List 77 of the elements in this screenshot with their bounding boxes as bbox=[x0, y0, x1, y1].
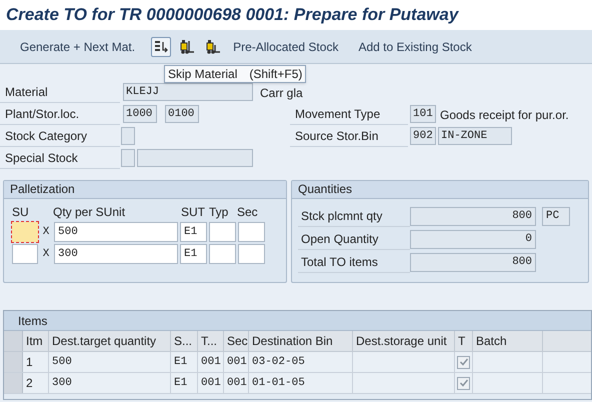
toolbar-button[interactable]: Pre-Allocated Stock bbox=[229, 38, 342, 56]
field-label: Plant/Stor.loc. bbox=[0, 105, 120, 125]
toolbar-button[interactable]: Add to Existing Stock bbox=[354, 38, 476, 56]
table-cell: E1 bbox=[171, 373, 198, 393]
row-selector[interactable] bbox=[4, 331, 23, 351]
window-title: Create TO for TR 0000000698 0001: Prepare for Putaway bbox=[6, 4, 458, 26]
column-header[interactable]: Dest.storage unit bbox=[353, 331, 455, 351]
checkbox[interactable] bbox=[457, 376, 470, 390]
input-field[interactable] bbox=[12, 222, 38, 242]
column-header: Typ bbox=[209, 204, 228, 221]
row-selector[interactable] bbox=[4, 373, 23, 393]
input-field[interactable]: E1 bbox=[180, 222, 207, 242]
table-cell: 2 bbox=[23, 373, 49, 393]
input-field[interactable]: 0100 bbox=[165, 105, 199, 123]
input-field[interactable] bbox=[12, 244, 38, 264]
column-header[interactable]: Destination Bin bbox=[249, 331, 353, 351]
column-header: SUT bbox=[181, 204, 205, 221]
input-field[interactable] bbox=[209, 244, 236, 264]
input-field[interactable] bbox=[137, 149, 253, 167]
checkbox[interactable] bbox=[457, 356, 470, 368]
table-cell: 001 bbox=[224, 352, 249, 372]
table-cell: 001 bbox=[198, 352, 224, 372]
description-text: Carr gla bbox=[260, 85, 303, 102]
input-field[interactable]: IN-ZONE bbox=[438, 127, 512, 145]
input-field[interactable] bbox=[209, 222, 236, 242]
column-header: Sec bbox=[237, 204, 258, 221]
table-cell: 03-02-05 bbox=[249, 352, 353, 372]
table-cell: 01-01-05 bbox=[249, 373, 353, 393]
group-title: Quantities bbox=[292, 181, 588, 199]
input-field[interactable]: E1 bbox=[180, 244, 207, 264]
table-cell: 1 bbox=[23, 352, 49, 372]
input-field[interactable] bbox=[238, 244, 265, 264]
field-label: Stock Category bbox=[0, 127, 120, 147]
field-label: Special Stock bbox=[0, 149, 120, 169]
column-header[interactable]: Dest.target quantity bbox=[49, 331, 171, 351]
column-header[interactable]: S... bbox=[171, 331, 198, 351]
input-field[interactable]: KLEJJ bbox=[123, 83, 253, 101]
group-title: Palletization bbox=[4, 181, 286, 199]
table-cell: 500 bbox=[49, 352, 171, 372]
input-field[interactable]: 1000 bbox=[123, 105, 157, 123]
column-header: Qty per SUnit bbox=[53, 204, 126, 221]
row-selector[interactable] bbox=[4, 352, 23, 372]
table-cell: 001 bbox=[198, 373, 224, 393]
input-field[interactable]: 0 bbox=[410, 230, 536, 249]
input-field[interactable] bbox=[121, 127, 135, 145]
column-header[interactable]: T... bbox=[198, 331, 224, 351]
multiply-sign: X bbox=[42, 246, 50, 262]
column-header[interactable]: T bbox=[455, 331, 473, 351]
description-text: Goods receipt for pur.or. bbox=[440, 107, 569, 124]
input-field[interactable]: 300 bbox=[54, 244, 178, 264]
input-field[interactable] bbox=[121, 149, 135, 167]
tooltip-text: Skip Material bbox=[168, 66, 238, 83]
input-field[interactable]: 902 bbox=[410, 127, 436, 145]
field-label: Material bbox=[0, 83, 120, 103]
column-header: SU bbox=[12, 204, 29, 221]
input-field[interactable]: 101 bbox=[410, 105, 436, 123]
input-field[interactable]: 800 bbox=[410, 207, 536, 226]
multiply-sign: X bbox=[42, 224, 50, 240]
toolbar-button[interactable] bbox=[151, 36, 172, 56]
input-field[interactable]: PC bbox=[542, 207, 570, 226]
input-field[interactable]: 800 bbox=[410, 253, 536, 272]
table-cell: 001 bbox=[224, 373, 249, 393]
shortcut-text: (Shift+F5) bbox=[249, 66, 302, 83]
table-cell: E1 bbox=[171, 352, 198, 372]
column-header[interactable]: Batch bbox=[473, 331, 543, 351]
column-header[interactable]: Sec bbox=[224, 331, 249, 351]
forklift-icon bbox=[205, 38, 222, 54]
input-field[interactable] bbox=[238, 222, 265, 242]
list-icon bbox=[153, 38, 170, 54]
toolbar-button[interactable]: Generate + Next Mat. bbox=[16, 38, 140, 56]
forklift-icon bbox=[179, 38, 196, 54]
field-label: Movement Type bbox=[290, 105, 408, 125]
field-label: Source Stor.Bin bbox=[290, 127, 408, 147]
table-title: Items bbox=[4, 311, 591, 331]
table-cell: 300 bbox=[49, 373, 171, 393]
input-field[interactable]: 500 bbox=[54, 222, 178, 242]
column-header[interactable]: Itm bbox=[23, 331, 49, 351]
